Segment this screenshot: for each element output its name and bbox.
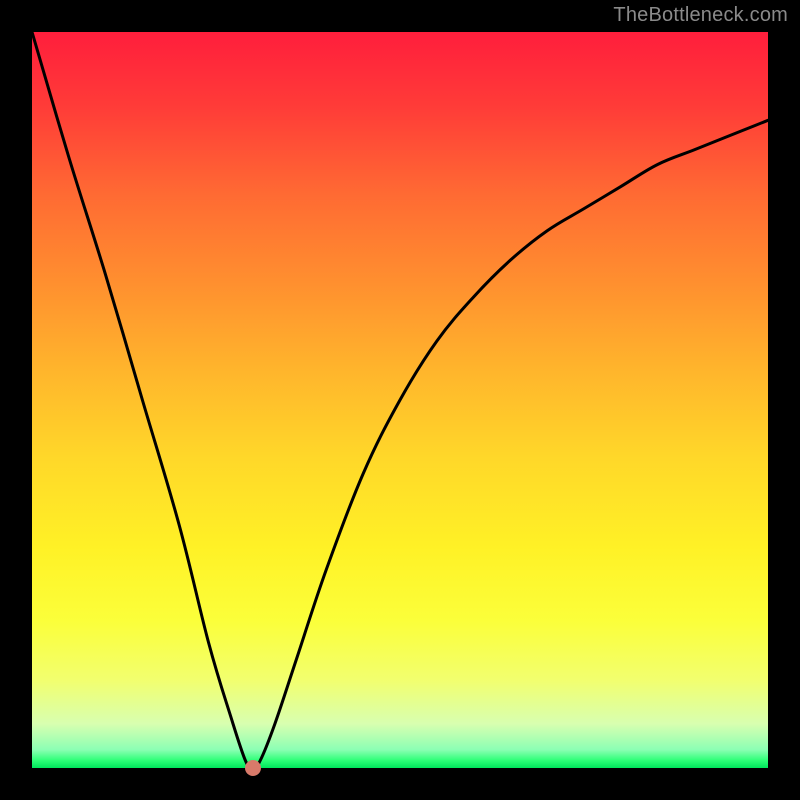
bottleneck-curve-path bbox=[32, 32, 768, 768]
bottleneck-curve bbox=[32, 32, 768, 768]
optimal-point-marker bbox=[245, 760, 261, 776]
plot-border-bottom bbox=[0, 768, 800, 800]
plot-border-left bbox=[0, 0, 32, 800]
plot-border-right bbox=[768, 0, 800, 800]
chart-area bbox=[32, 32, 768, 768]
watermark-text: TheBottleneck.com bbox=[613, 4, 788, 27]
